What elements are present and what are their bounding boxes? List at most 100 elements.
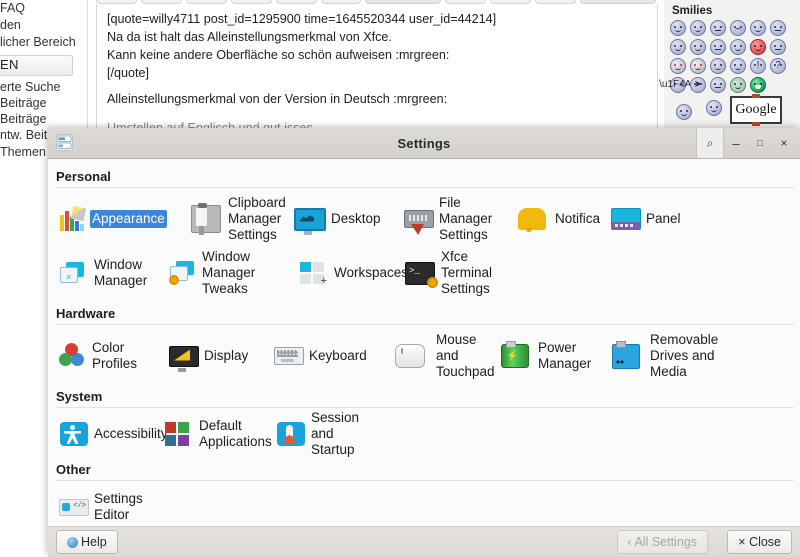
xfce-terminal-icon (405, 261, 438, 288)
settings-item-default-applications[interactable]: Default Applications (159, 412, 272, 456)
post-editor-textarea[interactable]: [quote=willy4711 post_id=1295900 time=16… (96, 4, 658, 134)
sidebar-link-themen[interactable]: Themen (0, 145, 46, 159)
smiley-devil2-icon[interactable] (690, 58, 706, 74)
settings-item-settings-editor[interactable]: Settings Editor (54, 485, 174, 526)
smiley-angry-icon[interactable] (750, 39, 766, 55)
window-button-bar: Help ‹ All Settings × Close (48, 527, 800, 557)
settings-item-label: Notifications (555, 211, 600, 226)
smilies-row-1[interactable] (670, 20, 786, 36)
close-button-label: × Close (738, 535, 781, 549)
clipboard-manager-icon (191, 203, 221, 233)
smiley-shocked-icon[interactable] (750, 20, 766, 36)
smiley-grin-icon[interactable] (670, 20, 686, 36)
smiley-thumbsup-icon[interactable] (676, 104, 692, 120)
smilies-row-3[interactable]: ! ? (670, 58, 786, 74)
smilies-panel: Smilies ! ? \u1F4A1 ➤ Google (659, 0, 800, 130)
maximize-icon[interactable]: □ (748, 128, 772, 158)
removable-drives-icon (612, 340, 640, 369)
settings-item-label: Session and Startup (311, 410, 360, 457)
sidebar-link-beitraege-2[interactable]: Beiträge (0, 112, 47, 126)
minimize-icon[interactable]: – (724, 128, 748, 158)
smiley-roll-icon[interactable] (770, 39, 786, 55)
smiley-sad-icon[interactable] (730, 20, 746, 36)
settings-item-display[interactable]: Display (164, 329, 269, 383)
desktop-icon (294, 207, 326, 235)
settings-item-keyboard[interactable]: Keyboard (269, 329, 384, 383)
smiley-laugh-icon[interactable] (690, 39, 706, 55)
sidebar-link-bereich[interactable]: licher Bereich (0, 35, 76, 49)
settings-content: Personal Appearance Clipboard Manager Se… (48, 159, 800, 527)
close-icon[interactable]: × (772, 128, 796, 158)
settings-item-appearance[interactable]: Appearance (54, 192, 184, 246)
help-button[interactable]: Help (56, 530, 118, 554)
settings-item-window-manager[interactable]: × Window Manager (54, 246, 164, 300)
settings-item-desktop[interactable]: Desktop (289, 192, 399, 246)
smiley-sleep-icon[interactable] (710, 39, 726, 55)
smiley-idea-icon[interactable]: \u1F4A1 (659, 77, 697, 93)
settings-item-removable-drives[interactable]: Removable Drives and Media (602, 329, 732, 383)
window-controls[interactable]: ⌕ – □ × (696, 128, 796, 158)
smiley-arrow-icon[interactable]: ➤ (690, 77, 706, 93)
smiley-confused-icon[interactable] (770, 20, 786, 36)
settings-item-label: Mouse and Touchpad (436, 332, 495, 379)
settings-item-label: Clipboard Manager Settings (228, 195, 286, 242)
window-manager-icon: × (60, 262, 88, 284)
smiley-cool-icon[interactable] (670, 39, 686, 55)
google-smiley-icon[interactable]: Google (730, 94, 782, 126)
smiley-smile-icon[interactable] (690, 20, 706, 36)
settings-item-xfce-terminal[interactable]: Xfce Terminal Settings (399, 246, 509, 300)
section-title-system: System (56, 389, 103, 404)
color-profiles-icon (59, 343, 87, 369)
section-grid-system: Accessibility Default Applications Sessi… (54, 410, 794, 457)
accessibility-icon (60, 422, 88, 446)
smiley-tongue-icon[interactable] (730, 39, 746, 55)
settings-item-power-manager[interactable]: Power Manager (492, 329, 602, 383)
settings-item-color-profiles[interactable]: Color Profiles (54, 329, 164, 383)
smiley-mrgreen-icon[interactable] (750, 77, 766, 93)
settings-item-workspaces[interactable]: Workspaces (294, 246, 408, 300)
window-title: Settings (397, 135, 451, 151)
smiley-devil-icon[interactable] (670, 58, 686, 74)
notifications-icon (518, 208, 546, 232)
smiley-sick-icon[interactable] (730, 77, 746, 93)
section-hardware: Hardware Color Profiles Display Keyboard (54, 306, 794, 383)
file-manager-icon (404, 210, 434, 228)
settings-item-label: File Manager Settings (439, 195, 493, 242)
section-title-other: Other (56, 462, 91, 477)
settings-item-mouse-touchpad[interactable]: Mouse and Touchpad (384, 329, 495, 383)
window-manager-tweaks-icon (169, 261, 197, 285)
search-icon[interactable]: ⌕ (696, 128, 724, 158)
settings-item-file-manager[interactable]: File Manager Settings (399, 192, 509, 246)
settings-item-label: Xfce Terminal Settings (441, 249, 493, 296)
settings-item-clipboard-manager[interactable]: Clipboard Manager Settings (184, 192, 289, 246)
sidebar-link-erweiterte-suche[interactable]: erte Suche (0, 80, 60, 94)
sidebar-link-faq[interactable]: FAQ (0, 1, 25, 15)
smilies-row-4[interactable]: \u1F4A1 ➤ (659, 77, 766, 93)
smiley-mrgreen-dark-icon[interactable] (710, 58, 726, 74)
close-button[interactable]: × Close (727, 530, 792, 554)
all-settings-button[interactable]: ‹ All Settings (616, 530, 708, 554)
smiley-wink-icon[interactable] (730, 58, 746, 74)
smiley-neutral2-icon[interactable] (710, 77, 726, 93)
sidebar-search-label: EN (0, 57, 19, 72)
settings-item-accessibility[interactable]: Accessibility (54, 412, 168, 456)
settings-item-window-manager-tweaks[interactable]: Window Manager Tweaks (164, 246, 294, 300)
smiley-question-icon[interactable]: ? (770, 58, 786, 74)
settings-item-label: Appearance (90, 210, 167, 228)
settings-item-panel[interactable]: Panel (606, 192, 706, 246)
smiley-dance-icon[interactable] (706, 100, 722, 116)
power-manager-icon (501, 341, 529, 368)
section-grid-other: Settings Editor (54, 485, 794, 526)
smiley-exclaim-icon[interactable]: ! (750, 58, 766, 74)
window-titlebar[interactable]: Settings ⌕ – □ × (48, 128, 800, 159)
smilies-row-2[interactable] (670, 39, 786, 55)
smiley-neutral-icon[interactable] (710, 20, 726, 36)
sidebar-link-beitraege-1[interactable]: Beiträge (0, 96, 47, 110)
settings-item-label: Desktop (331, 211, 381, 226)
settings-item-label: Keyboard (309, 348, 367, 363)
settings-item-label: Accessibility (94, 426, 168, 441)
sidebar-link-den[interactable]: den (0, 18, 21, 32)
settings-item-session-startup[interactable]: Session and Startup (271, 410, 383, 457)
default-applications-icon (165, 422, 193, 446)
settings-item-notifications[interactable]: Notifications (509, 192, 606, 246)
